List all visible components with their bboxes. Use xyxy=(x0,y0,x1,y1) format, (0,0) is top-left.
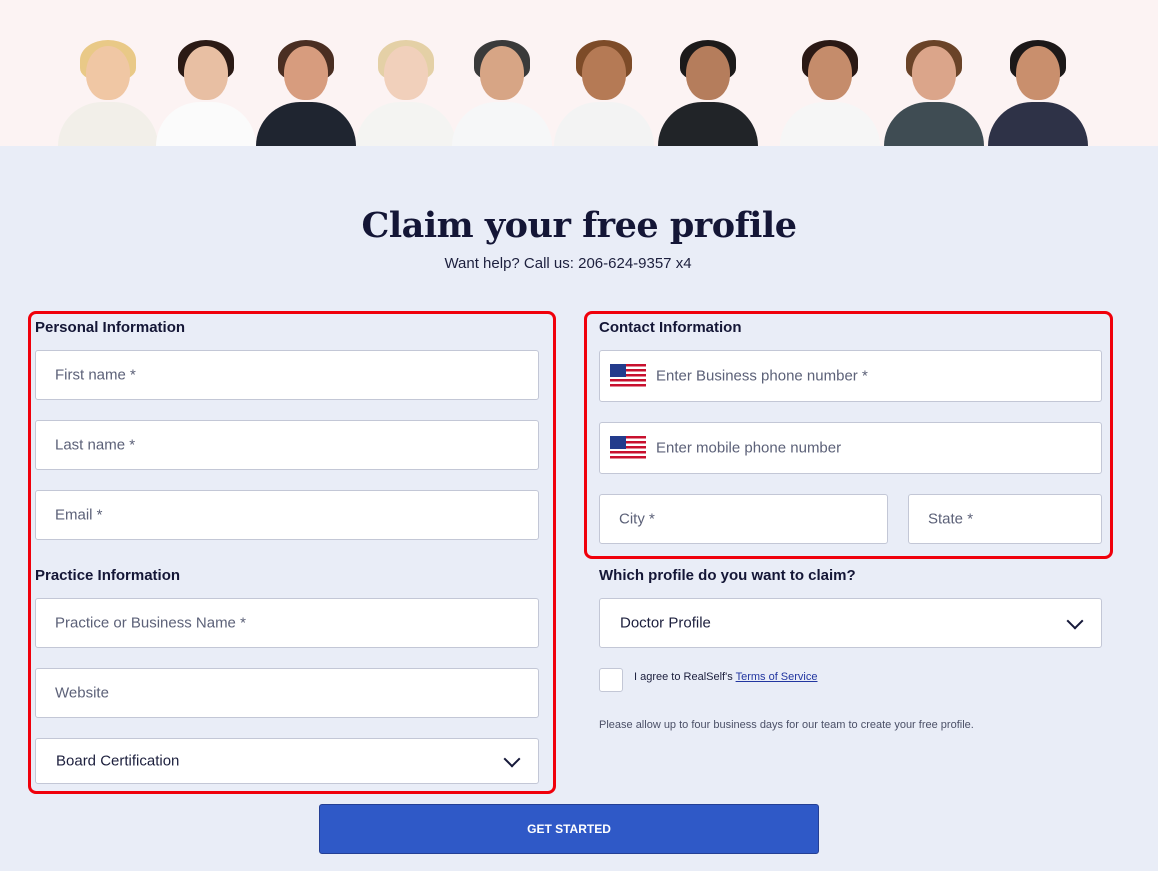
mobile-phone-field[interactable]: Enter mobile phone number xyxy=(599,422,1102,474)
state-placeholder: State * xyxy=(928,510,974,528)
help-text: Want help? Call us: 206-624-9357 x4 xyxy=(444,255,692,272)
doctor-photo xyxy=(554,40,654,146)
business-name-placeholder: Practice or Business Name * xyxy=(55,614,246,632)
us-flag-icon[interactable] xyxy=(610,436,646,460)
city-placeholder: City * xyxy=(619,510,655,528)
doctor-photo xyxy=(884,40,984,146)
doctor-photo xyxy=(58,40,158,146)
hero-banner xyxy=(0,0,1158,146)
business-phone-field[interactable]: Enter Business phone number * xyxy=(599,350,1102,402)
contact-info-heading: Contact Information xyxy=(599,319,742,336)
page-title: Claim your free profile xyxy=(361,205,798,246)
doctor-photo xyxy=(658,40,758,146)
chevron-down-icon xyxy=(503,750,521,768)
doctor-photo xyxy=(780,40,880,146)
us-flag-icon[interactable] xyxy=(610,364,646,388)
first-name-field[interactable]: First name * xyxy=(35,350,539,400)
board-certification-select[interactable]: Board Certification xyxy=(35,738,539,784)
board-certification-value: Board Certification xyxy=(56,752,180,770)
doctor-photo xyxy=(988,40,1088,146)
website-placeholder: Website xyxy=(55,684,109,702)
doctor-photo xyxy=(452,40,552,146)
city-field[interactable]: City * xyxy=(599,494,888,544)
last-name-placeholder: Last name * xyxy=(55,436,136,454)
terms-checkbox[interactable] xyxy=(599,668,623,692)
business-name-field[interactable]: Practice or Business Name * xyxy=(35,598,539,648)
personal-info-heading: Personal Information xyxy=(35,319,186,336)
email-placeholder: Email * xyxy=(55,506,103,524)
website-field[interactable]: Website xyxy=(35,668,539,718)
get-started-button[interactable]: GET STARTED xyxy=(319,804,819,854)
doctor-photo xyxy=(156,40,256,146)
last-name-field[interactable]: Last name * xyxy=(35,420,539,470)
profile-type-select[interactable]: Doctor Profile xyxy=(599,598,1102,648)
doctor-photo xyxy=(356,40,456,146)
doctor-photo xyxy=(256,40,356,146)
first-name-placeholder: First name * xyxy=(55,366,136,384)
terms-prefix: I agree to RealSelf's xyxy=(634,671,733,683)
mobile-phone-placeholder: Enter mobile phone number xyxy=(656,439,842,457)
business-phone-placeholder: Enter Business phone number * xyxy=(656,367,868,385)
terms-of-service-link[interactable]: Terms of Service xyxy=(736,671,818,683)
email-field[interactable]: Email * xyxy=(35,490,539,540)
chevron-down-icon xyxy=(1066,612,1084,630)
profile-question: Which profile do you want to claim? xyxy=(599,567,856,584)
terms-label: I agree to RealSelf's Terms of Service xyxy=(634,671,818,683)
practice-info-heading: Practice Information xyxy=(35,567,181,584)
doctor-photos xyxy=(58,40,1098,146)
processing-note: Please allow up to four business days fo… xyxy=(599,719,974,731)
state-field[interactable]: State * xyxy=(908,494,1102,544)
profile-type-value: Doctor Profile xyxy=(620,614,711,632)
